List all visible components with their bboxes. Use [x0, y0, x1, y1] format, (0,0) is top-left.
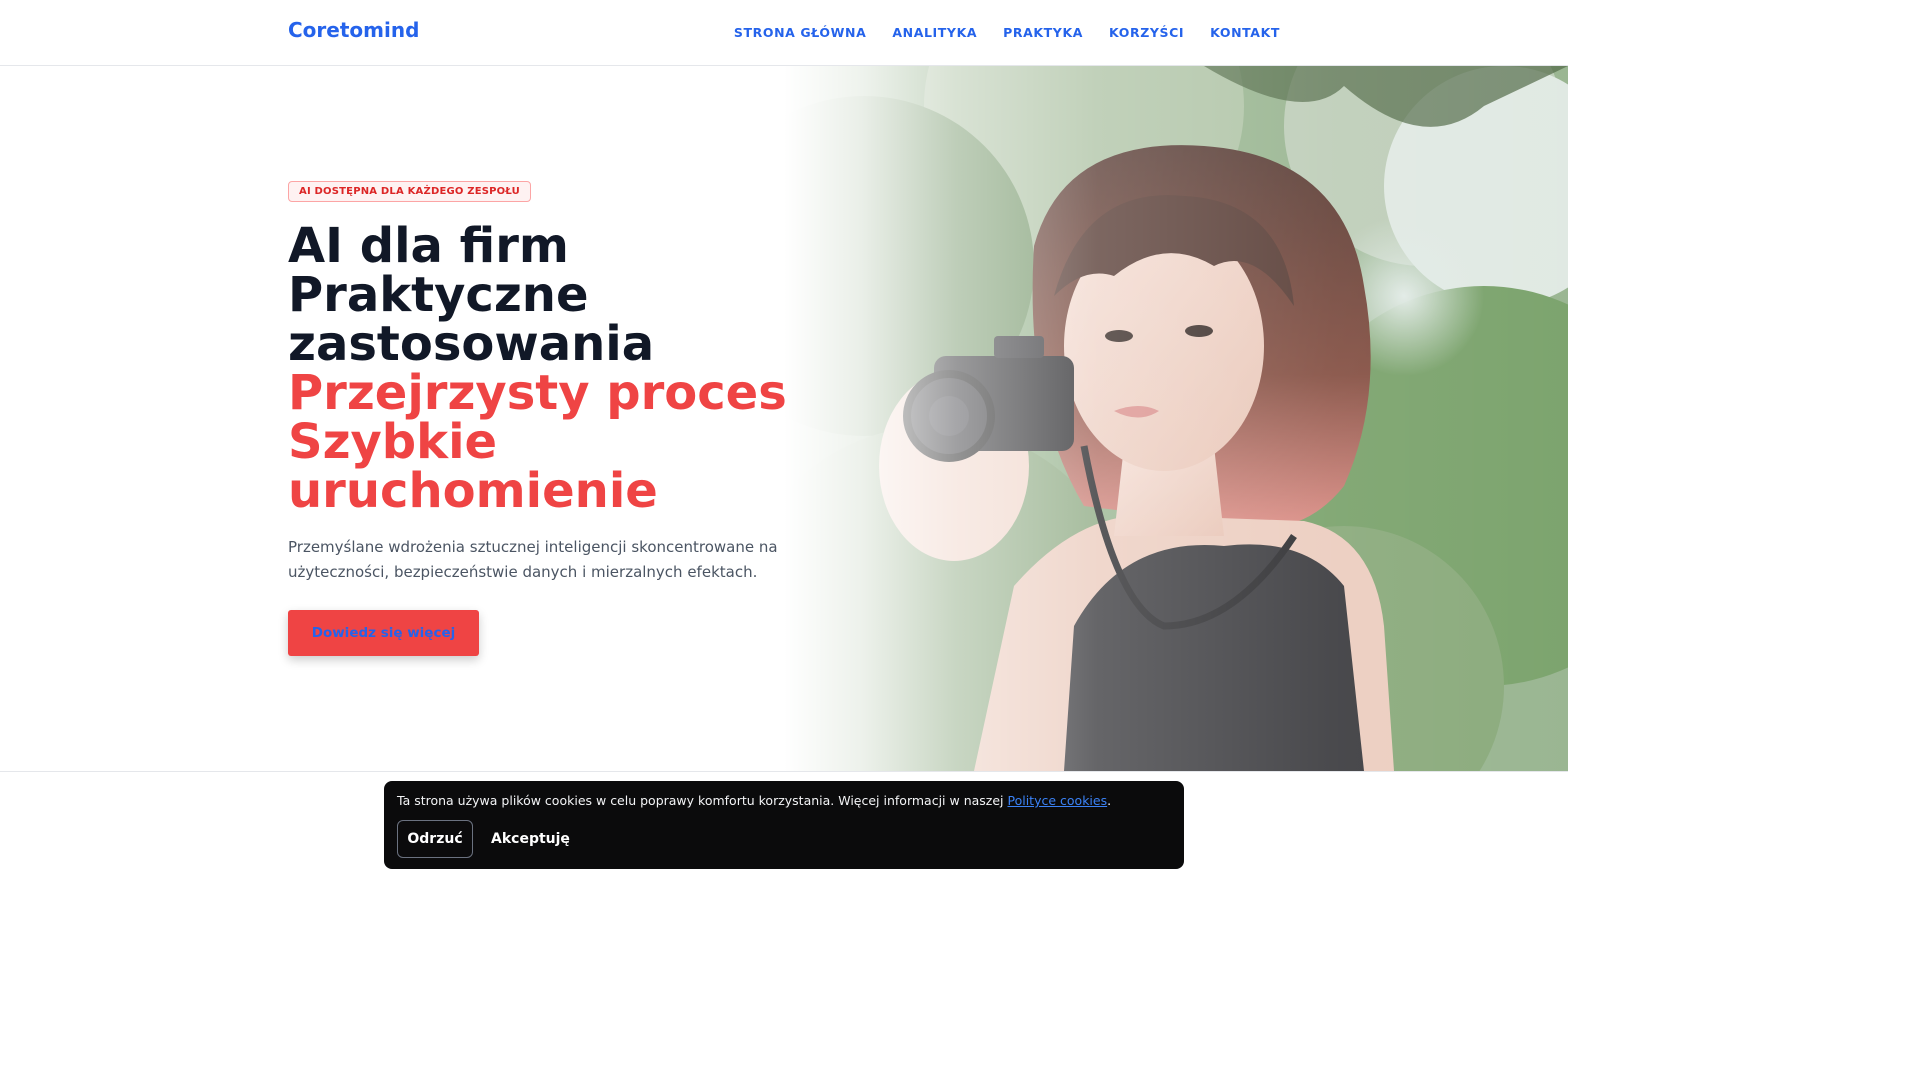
hero-headline: AI dla firm Praktyczne zastosowania Prze… [288, 222, 808, 516]
nav-item-contact[interactable]: KONTAKT [1210, 25, 1280, 40]
section-divider [0, 771, 1568, 772]
cookie-message: Ta strona używa plików cookies w celu po… [397, 793, 1111, 808]
headline-line: AI dla firm [288, 218, 569, 274]
learn-more-button[interactable]: Dowiedz się więcej [288, 610, 479, 656]
reject-cookies-button[interactable]: Odrzuć [397, 820, 473, 858]
main-nav: STRONA GŁÓWNA ANALITYKA PRAKTYKA KORZYŚC… [734, 25, 1280, 40]
nav-item-analytics[interactable]: ANALITYKA [892, 25, 977, 40]
site-header: Coretomind STRONA GŁÓWNA ANALITYKA PRAKT… [0, 0, 1568, 66]
hero-description: Przemyślane wdrożenia sztucznej intelige… [288, 538, 778, 581]
headline-accent-line: Przejrzysty proces [288, 365, 787, 421]
cookie-banner: Ta strona używa plików cookies w celu po… [384, 781, 1184, 869]
cookie-text-suffix: . [1107, 793, 1112, 808]
nav-item-home[interactable]: STRONA GŁÓWNA [734, 25, 866, 40]
accept-cookies-button[interactable]: Akceptuję [482, 820, 579, 858]
hero-badge: AI DOSTĘPNA DLA KAŻDEGO ZESPOŁU [288, 181, 531, 202]
hero-image-fade [784, 66, 1568, 771]
cookie-policy-link[interactable]: Polityce cookies [1008, 793, 1108, 808]
headline-line: Praktyczne zastosowania [288, 267, 655, 372]
cookie-text: Ta strona używa plików cookies w celu po… [397, 793, 1008, 808]
hero-section: AI DOSTĘPNA DLA KAŻDEGO ZESPOŁU AI dla f… [0, 66, 1568, 771]
nav-item-benefits[interactable]: KORZYŚCI [1109, 25, 1184, 40]
headline-accent-line: Szybkie uruchomienie [288, 414, 658, 519]
nav-item-practice[interactable]: PRAKTYKA [1003, 25, 1083, 40]
logo[interactable]: Coretomind [288, 18, 419, 42]
